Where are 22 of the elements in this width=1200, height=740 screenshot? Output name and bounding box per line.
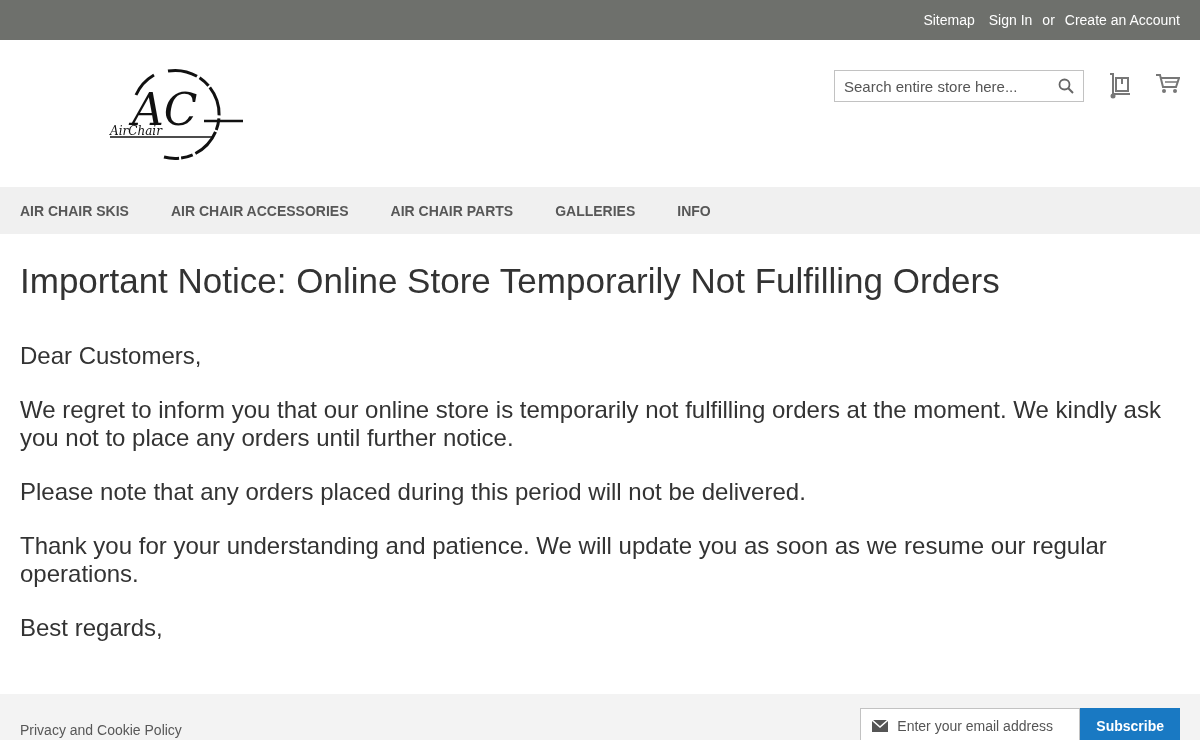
- nav-link[interactable]: AIR CHAIR SKIS: [20, 202, 129, 219]
- separator-text: or: [1042, 12, 1055, 28]
- subscribe-button[interactable]: Subscribe: [1080, 708, 1180, 740]
- notice-paragraph: We regret to inform you that our online store is temporarily not fulfilling orders at the moment. We kindly ask you not to place any orders until further notice.: [20, 396, 1162, 452]
- nav-link[interactable]: AIR CHAIR ACCESSORIES: [170, 202, 349, 219]
- notice-paragraph: Please note that any orders placed during this period will not be delivered.: [20, 478, 807, 506]
- header-link[interactable]: Create an Account: [1064, 12, 1180, 28]
- notice-paragraph: Best regards,: [20, 614, 164, 642]
- search-field[interactable]: Search entire store here...: [834, 70, 1084, 102]
- nav-link[interactable]: GALLERIES: [555, 202, 636, 219]
- header-link[interactable]: Sitemap: [923, 12, 975, 28]
- page-title: Important Notice: Online Store Temporarily Not Fulfilling Orders: [20, 260, 1001, 302]
- search-icon[interactable]: [1058, 78, 1074, 94]
- email-field[interactable]: Enter your email address: [860, 708, 1081, 740]
- notice-paragraph: Dear Customers,: [20, 342, 203, 370]
- header-link[interactable]: Sign In: [988, 12, 1033, 28]
- hand-truck-icon[interactable]: [1108, 73, 1132, 99]
- notice-paragraph: Thank you for your understanding and patience. We will update you as soon as we resume our regular operations.: [20, 532, 1108, 588]
- nav-link[interactable]: INFO: [677, 202, 711, 219]
- cart-icon[interactable]: [1156, 73, 1180, 95]
- nav-link[interactable]: AIR CHAIR PARTS: [390, 202, 514, 219]
- privacy-link[interactable]: Privacy and Cookie Policy: [20, 722, 182, 738]
